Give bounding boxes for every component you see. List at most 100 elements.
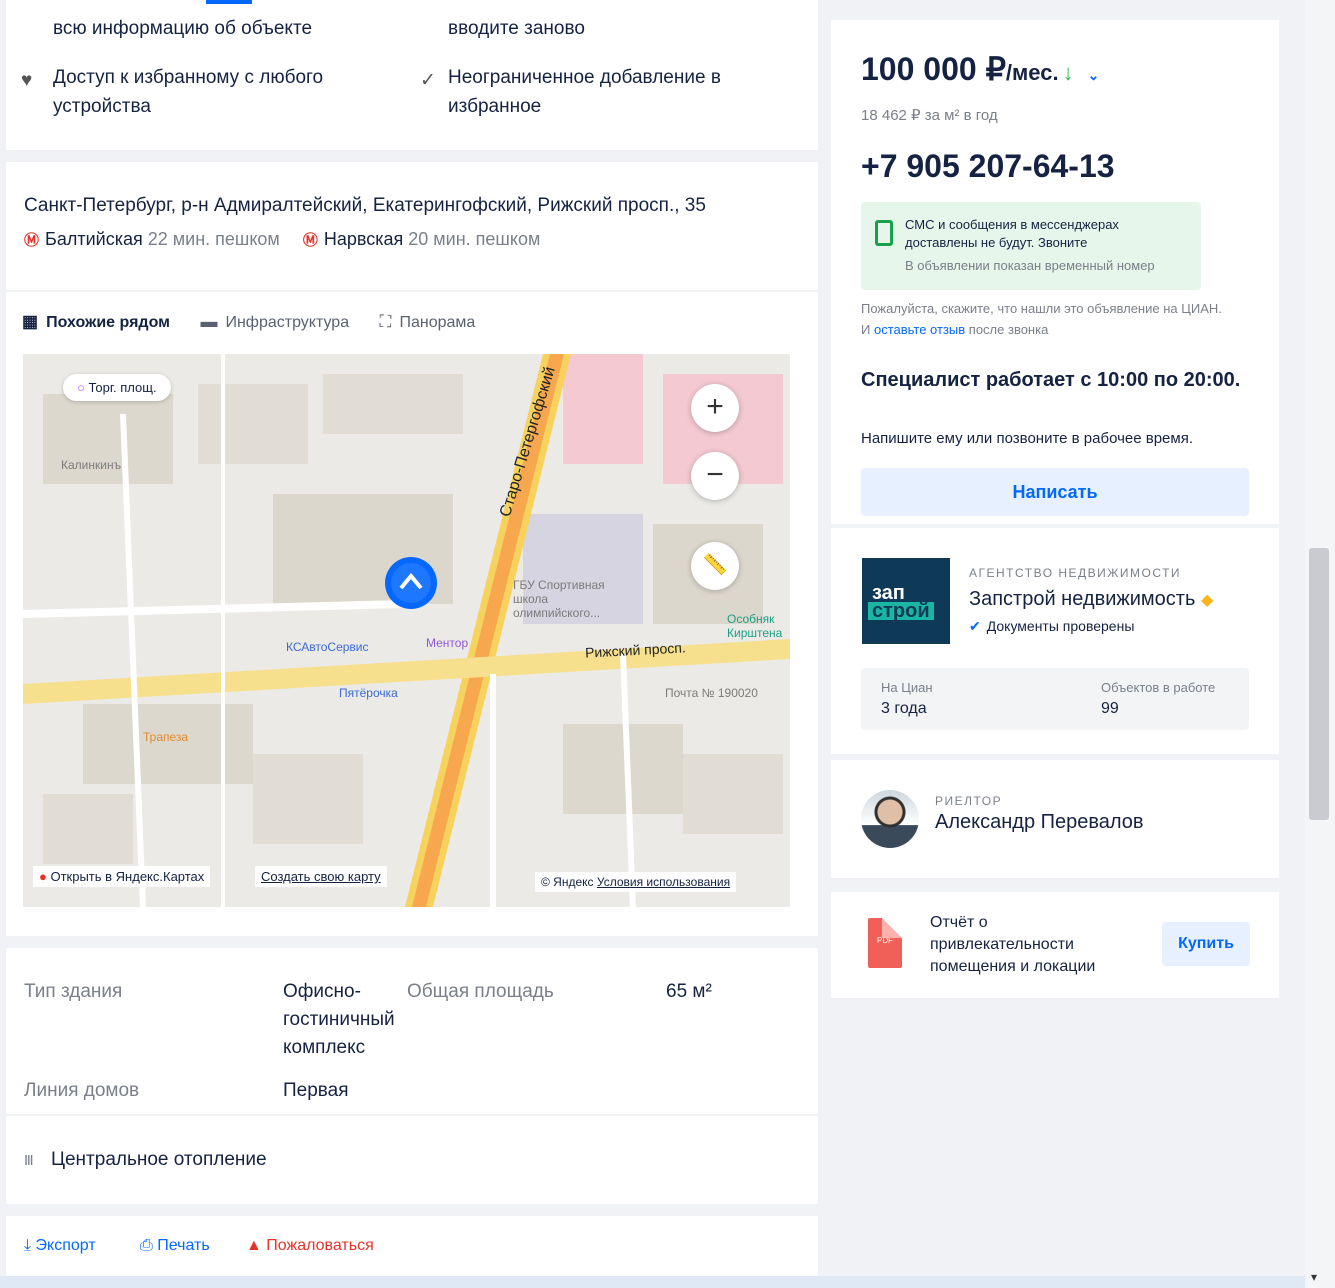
complain-button[interactable]: ▲ Пожаловаться [246, 1237, 374, 1255]
bottom-strip [0, 1276, 1305, 1288]
realtor-type: РИЕЛТОР [935, 794, 1003, 808]
map-label-g: Трапеза [143, 730, 189, 744]
metro-icon: Ⓜ [24, 232, 40, 249]
building-type-value: Офисно-гостиничный комплекс [283, 981, 395, 1058]
map-copyright: © Яндекс Условия использования [535, 872, 737, 892]
feature-unlimited-label: Неограниченное добавление в избранное [448, 67, 721, 117]
feature-unlimited-favorites: ✓ Неограниченное добавление в избранное [420, 63, 768, 121]
feedback-request: Пожалуйста, скажите, что нашли это объяв… [861, 298, 1231, 340]
metro-station-1[interactable]: Балтийская [45, 229, 143, 249]
print-button[interactable]: ⎙ Печать [140, 1237, 210, 1255]
panorama-icon: ⛶ [379, 312, 392, 331]
circle-icon: ○ [77, 380, 85, 395]
ruler-button[interactable]: 📏 [691, 542, 739, 590]
price-value: 100 000 ₽ [861, 51, 1006, 87]
map-label-d: Ментор [426, 636, 469, 650]
line-value: Первая [283, 1080, 349, 1101]
write-button[interactable]: Написать [861, 468, 1249, 516]
stat1-label: На Циан [881, 680, 933, 695]
tab-panorama[interactable]: ⛶ Панорама [380, 312, 476, 332]
feature-favorites-access-label: Доступ к избранному с любого устройства [53, 67, 324, 117]
tab-indicator [206, 0, 252, 4]
metro-time-1: 22 мин. пешком [147, 229, 280, 249]
zoom-in-button[interactable]: + [691, 384, 739, 432]
feature-text-2: вводите заново [448, 18, 585, 39]
map-label-h: Особняк Кирштена [727, 612, 783, 640]
map-tabs: ▦ Похожие рядом ▬ Инфраструктура ⛶ Панорама [22, 312, 501, 332]
buy-button[interactable]: Купить [1162, 922, 1250, 966]
agency-name-text: Запстрой недвижимость [969, 588, 1196, 610]
notice-text: СМС и сообщения в мессенджерах доставлен… [905, 217, 1119, 250]
agency-stats: На Циан 3 года Объектов в работе 99 [861, 668, 1249, 730]
tab-label: Похожие рядом [46, 314, 170, 331]
chevron-down-icon[interactable]: ⌄ [1088, 67, 1100, 83]
export-label: Экспорт [35, 1237, 96, 1254]
avatar[interactable] [861, 790, 919, 848]
address-card: Санкт-Петербург, р-н Адмиралтейский, Ека… [6, 162, 818, 290]
agency-type: АГЕНТСТВО НЕДВИЖИМОСТИ [969, 566, 1182, 580]
stat2-value: 99 [1101, 700, 1119, 717]
map-label-a: Калинкинъ [61, 458, 122, 472]
favorites-features-card: всю информацию об объекте вводите заново… [6, 0, 818, 150]
print-label: Печать [157, 1237, 210, 1254]
scrollbar-thumb[interactable] [1309, 548, 1329, 820]
tab-infrastructure[interactable]: ▬ Инфраструктура [200, 312, 349, 332]
map-label-f: Почта № 190020 [665, 686, 758, 700]
verified-icon: ✔ [969, 618, 981, 634]
leave-review-link[interactable]: оставьте отзыв [874, 322, 965, 337]
create-map-link[interactable]: Создать свою карту [255, 866, 387, 887]
building-type-label: Тип здания [24, 981, 123, 1002]
map-pin-icon: ● [39, 869, 47, 884]
area-label: Общая площадь [407, 981, 554, 1002]
line-label: Линия домов [24, 1080, 140, 1101]
radiator-icon: Ⅲ [24, 1152, 34, 1168]
building-info-card: Тип здания Офисно-гостиничный комплекс О… [6, 948, 818, 1204]
map-tag-trade-area[interactable]: ○ Торг. площ. [63, 374, 171, 401]
sms-notice: СМС и сообщения в мессенджерах доставлен… [861, 202, 1201, 290]
feature-favorites-access: ♥ Доступ к избранному с любого устройств… [21, 63, 373, 121]
ask-text-end: после звонка [965, 322, 1049, 337]
map-view[interactable]: ○ Торг. площ. Калинкинъ ГБУ Спортивная ш… [23, 354, 790, 907]
export-button[interactable]: ⤓ Экспорт [24, 1237, 96, 1255]
realtor-name[interactable]: Александр Перевалов [935, 811, 1144, 834]
map-label-b: ГБУ Спортивная школа олимпийского... [513, 578, 605, 620]
heating-label: Центральное отопление [50, 1149, 267, 1170]
grid-icon: ▦ [22, 312, 39, 331]
address-text[interactable]: Санкт-Петербург, р-н Адмиралтейский, Ека… [24, 195, 706, 217]
metro-list: Ⓜ Балтийская 22 мин. пешком Ⓜ Нарвская 20 … [24, 229, 558, 250]
check-icon: ✓ [420, 70, 436, 91]
heart-icon: ♥ [21, 70, 33, 91]
tab-similar-nearby[interactable]: ▦ Похожие рядом [22, 312, 170, 332]
work-hours: Специалист работает с 10:00 по 20:00. [861, 369, 1241, 391]
agency-logo[interactable]: зап строй [862, 558, 950, 644]
copyright-text: © Яндекс [541, 875, 594, 889]
pdf-icon: PDF [868, 918, 902, 968]
ruler-icon: 📏 [702, 554, 728, 576]
shield-icon: ◆ [1200, 592, 1214, 609]
notice-temp-number: В объявлении показан временный номер [905, 258, 1155, 273]
docs-verified: ✔ Документы проверены [969, 618, 1134, 635]
price-down-icon: ↓ [1062, 60, 1074, 85]
scroll-down-arrow-icon[interactable]: ▾ [1311, 1270, 1317, 1284]
complain-label: Пожаловаться [266, 1237, 374, 1254]
printer-icon: ⎙ [140, 1237, 153, 1254]
area-value: 65 м² [666, 981, 712, 1002]
logo-text-2: строй [868, 601, 934, 621]
tab-label: Панорама [399, 314, 476, 331]
metro-station-2[interactable]: Нарвская [324, 229, 403, 249]
offer-card: 100 000 ₽/мес. ↓ ⌄ 18 462 ₽ за м² в год +7… [831, 20, 1279, 524]
divider [6, 1114, 818, 1116]
price-unit: /мес. [1005, 60, 1059, 85]
open-yandex-maps-link[interactable]: ● Открыть в Яндекс.Картах [33, 866, 211, 887]
phone-number[interactable]: +7 905 207-64-13 [861, 148, 1115, 185]
zoom-out-button[interactable]: − [691, 452, 739, 500]
terms-link[interactable]: Условия использования [597, 875, 730, 889]
download-icon: ⤓ [24, 1237, 32, 1254]
metro-icon: Ⓜ [302, 232, 318, 249]
price-per-meter: 18 462 ₽ за м² в год [861, 107, 998, 124]
agency-name[interactable]: Запстрой недвижимость ◆ [969, 588, 1213, 611]
map-card: ▦ Похожие рядом ▬ Инфраструктура ⛶ Панорама [6, 292, 818, 936]
feature-text-1: всю информацию об объекте [53, 18, 313, 39]
stat1-value: 3 года [881, 700, 927, 717]
price: 100 000 ₽/мес. ↓ ⌄ [861, 50, 1099, 88]
